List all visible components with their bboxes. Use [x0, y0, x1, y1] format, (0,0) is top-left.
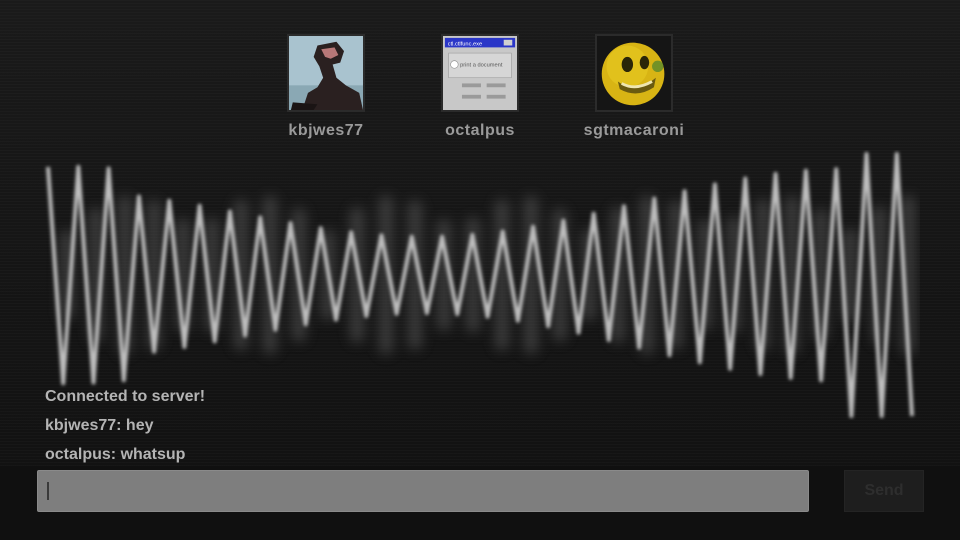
avatar	[595, 34, 673, 112]
avatar	[287, 34, 365, 112]
dialog-window-icon: ctl.ctlfunc.exe print a document	[443, 36, 517, 110]
smiley-face-icon	[597, 36, 671, 110]
person-photo-icon	[289, 36, 363, 110]
username: octalpus	[445, 122, 515, 139]
waveform-ghost-bar	[495, 199, 509, 351]
user-tile-octalpus[interactable]: ctl.ctlfunc.exe print a document octalpu…	[425, 34, 535, 140]
voice-chat-app: kbjwes77 ctl.ctlfunc.exe print a documen…	[0, 0, 960, 540]
dialog-text: print a document	[460, 62, 503, 68]
username: sgtmacaroni	[583, 122, 685, 139]
message-composer: Send	[0, 466, 960, 540]
waveform-ghost-bar	[147, 199, 161, 351]
send-button[interactable]: Send	[844, 470, 924, 512]
chat-message: Connected to server!	[45, 388, 206, 405]
message-input[interactable]	[37, 470, 809, 512]
user-tile-kbjwes77[interactable]: kbjwes77	[271, 34, 381, 140]
audio-waveform	[46, 152, 915, 418]
text-caret	[47, 482, 49, 500]
chat-message: kbjwes77: hey	[45, 417, 154, 434]
waveform-line	[46, 152, 914, 418]
user-tile-sgtmacaroni[interactable]: sgtmacaroni	[579, 34, 689, 140]
username: kbjwes77	[288, 122, 364, 139]
dialog-window-title: ctl.ctlfunc.exe	[448, 41, 482, 47]
avatar: ctl.ctlfunc.exe print a document	[441, 34, 519, 112]
chat-log: Connected to server! kbjwes77: hey octal…	[45, 385, 205, 472]
